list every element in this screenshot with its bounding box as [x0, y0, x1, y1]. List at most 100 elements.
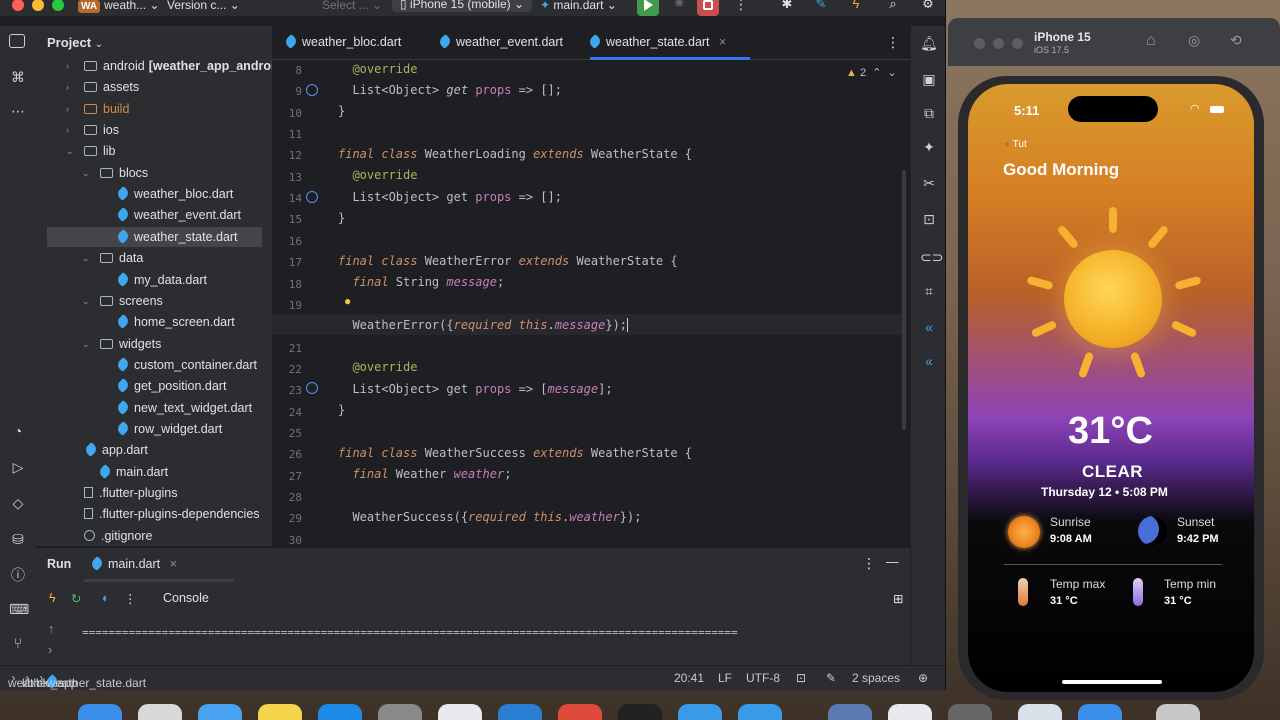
chevron-down-icon[interactable]: ⌄: [888, 67, 897, 79]
minimize-window-button[interactable]: [32, 0, 44, 11]
tree-item-data[interactable]: data: [100, 248, 143, 268]
tree-item-ios[interactable]: ios: [84, 120, 119, 140]
file-encoding[interactable]: UTF-8: [746, 671, 780, 685]
launchpad-icon[interactable]: [138, 704, 182, 720]
tree-item-screens[interactable]: screens: [100, 291, 163, 311]
tree-item-home-screen-dart[interactable]: home_screen.dart: [115, 312, 235, 332]
flutter-performance-icon[interactable]: «: [920, 352, 938, 370]
run-tool-icon[interactable]: ▷: [9, 458, 27, 476]
vscode-icon[interactable]: [498, 704, 542, 720]
inspector-icon[interactable]: ⌗: [920, 282, 938, 300]
lightbulb-icon[interactable]: ●: [344, 294, 351, 308]
tree-item-flutter-plugins-dependencies[interactable]: .flutter-plugins-dependencies: [84, 504, 260, 524]
bug-icon[interactable]: ✱: [776, 0, 798, 16]
close-run-tab-icon[interactable]: ×: [170, 557, 177, 571]
device-selector[interactable]: ▯ iPhone 15 (mobile) ⌄: [392, 0, 533, 12]
scroll-up-icon[interactable]: ↑: [48, 622, 54, 636]
chevron-right-icon[interactable]: ›: [66, 99, 76, 119]
xcode-icon[interactable]: [678, 704, 722, 720]
hot-reload-icon[interactable]: ϟ: [845, 0, 867, 16]
console-tab[interactable]: Console: [163, 591, 209, 605]
terminal-icon[interactable]: [618, 704, 662, 720]
tree-item-row-widget-dart[interactable]: row_widget.dart: [115, 419, 222, 439]
tab-weather-event[interactable]: weather_event.dart: [437, 26, 563, 60]
git-icon[interactable]: ⑂: [9, 634, 27, 652]
app-icon[interactable]: [828, 704, 872, 720]
gem-icon[interactable]: ◇: [9, 494, 27, 512]
gear-icon[interactable]: ⚙: [917, 0, 939, 16]
chevron-down-icon[interactable]: ⌄: [66, 141, 76, 161]
code-editor[interactable]: ▲ 2 ⌃ ⌄ 89101112131415161718192021222324…: [272, 60, 910, 546]
instruments-icon[interactable]: [438, 704, 482, 720]
rotate-icon[interactable]: ⟲: [1230, 32, 1242, 49]
downloads-folder-icon[interactable]: [1078, 704, 1122, 720]
chevron-down-icon[interactable]: ⌄: [82, 334, 92, 354]
override-marker-icon[interactable]: [306, 84, 318, 96]
chevron-right-icon[interactable]: ›: [66, 77, 76, 97]
more-tools-icon[interactable]: ⋯: [9, 102, 27, 120]
line-separator[interactable]: LF: [718, 671, 732, 685]
trash-icon[interactable]: [1156, 704, 1200, 720]
tab-weather-bloc[interactable]: weather_bloc.dart: [283, 26, 401, 60]
preview-icon[interactable]: [888, 704, 932, 720]
tab-options-icon[interactable]: ⋮: [886, 26, 900, 60]
tree-item-blocs[interactable]: blocs: [100, 163, 148, 183]
device-manager-icon[interactable]: ▣: [920, 70, 938, 88]
tree-item-lib[interactable]: lib: [84, 141, 116, 161]
tree-item-gitignore[interactable]: .gitignore: [84, 526, 152, 546]
screenshot-icon[interactable]: ◎: [1188, 32, 1200, 49]
close-window-button[interactable]: [12, 0, 24, 11]
search-icon[interactable]: ⌕: [882, 0, 904, 16]
database-icon[interactable]: ⧉: [920, 104, 938, 122]
chevron-down-icon[interactable]: ⌄: [82, 291, 92, 311]
tree-item-main-dart[interactable]: main.dart: [97, 462, 168, 482]
minimize-panel-icon[interactable]: —: [886, 555, 899, 569]
inspection-widget[interactable]: ▲ 2 ⌃ ⌄: [846, 66, 897, 79]
flutter-inspector-icon[interactable]: ◔: [9, 422, 27, 440]
hot-reload-icon[interactable]: ϟ: [49, 591, 56, 605]
project-switcher[interactable]: WA weath... ⌄: [78, 0, 160, 13]
tree-item-get-position-dart[interactable]: get_position.dart: [115, 376, 226, 396]
tree-item-weather-bloc-dart[interactable]: weather_bloc.dart: [115, 184, 233, 204]
finder-icon[interactable]: [78, 704, 122, 720]
config-selector[interactable]: Select ... ⌄: [322, 0, 382, 12]
indent-setting[interactable]: 2 spaces: [852, 671, 900, 685]
project-panel-title[interactable]: Project ⌄: [47, 35, 103, 50]
tree-item-android[interactable]: android [weather_app_android]: [84, 56, 286, 76]
run-config-tab[interactable]: main.dart ×: [89, 556, 177, 571]
lock-icon[interactable]: ⊕: [918, 671, 928, 685]
run-button[interactable]: [637, 0, 659, 16]
debug-disabled-icon[interactable]: ✺: [668, 0, 690, 16]
chevron-down-icon[interactable]: ⌄: [82, 248, 92, 268]
caret-position[interactable]: 20:41: [674, 671, 704, 685]
more-icon[interactable]: ⋮: [730, 0, 752, 16]
documents-icon[interactable]: [1018, 704, 1062, 720]
devtools-icon[interactable]: ✎: [810, 0, 832, 16]
options-icon[interactable]: ⋮: [124, 591, 137, 606]
zoom-window-button[interactable]: [1012, 38, 1023, 49]
problems-icon[interactable]: ⓘ: [9, 566, 27, 584]
override-marker-icon[interactable]: [306, 382, 318, 394]
tools-icon[interactable]: ✂: [920, 174, 938, 192]
vcs-widget[interactable]: Version c... ⌄: [167, 0, 240, 12]
notifications-icon[interactable]: 🔔︎: [920, 34, 938, 52]
safari-icon[interactable]: [198, 704, 242, 720]
tree-item-assets[interactable]: assets: [84, 77, 139, 97]
notes-icon[interactable]: [258, 704, 302, 720]
editor-scrollbar[interactable]: [902, 170, 906, 430]
ai-assistant-icon[interactable]: ✦: [920, 138, 938, 156]
app-store-icon[interactable]: [318, 704, 362, 720]
breadcrumb-item[interactable]: weather_state.dart: [47, 676, 146, 690]
project-view-icon[interactable]: [9, 34, 25, 48]
link-icon[interactable]: ⊂⊃: [920, 248, 943, 266]
hot-restart-icon[interactable]: ↻: [71, 591, 81, 606]
xcode-beta-icon[interactable]: [738, 704, 782, 720]
layout-icon[interactable]: ⊞: [893, 591, 903, 606]
tree-item-weather-state-dart[interactable]: weather_state.dart: [115, 227, 238, 247]
chevron-right-icon[interactable]: ›: [66, 56, 76, 76]
close-window-button[interactable]: [974, 38, 985, 49]
tree-item-new-text-widget-dart[interactable]: new_text_widget.dart: [115, 398, 252, 418]
stop-button[interactable]: [697, 0, 719, 16]
emulator-icon[interactable]: ⊡: [920, 210, 938, 228]
override-marker-icon[interactable]: [306, 191, 318, 203]
